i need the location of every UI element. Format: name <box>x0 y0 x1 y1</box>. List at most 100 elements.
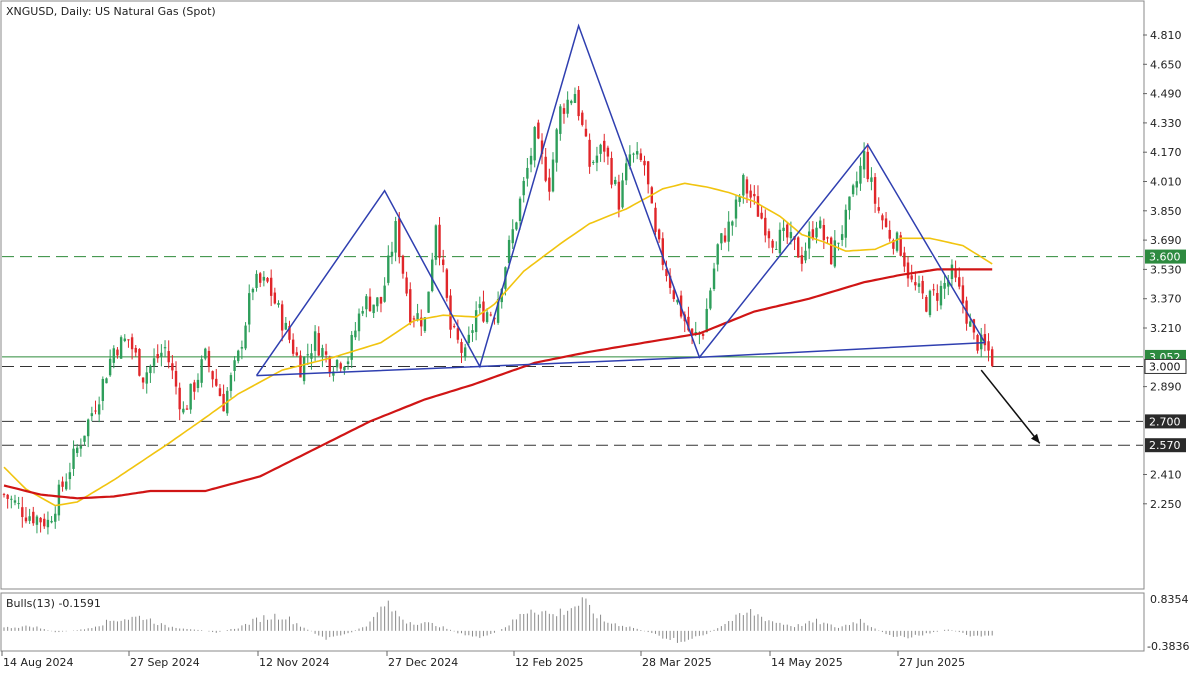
x-tick-label: 12 Feb 2025 <box>515 656 583 669</box>
candle-body <box>518 198 522 222</box>
candle-body <box>599 144 602 154</box>
candle-body <box>526 167 529 179</box>
candle-body <box>548 177 551 192</box>
candle-body <box>632 153 635 155</box>
candle-body <box>328 357 331 374</box>
candle-body <box>383 285 386 302</box>
candle-body <box>471 330 474 333</box>
candle-body <box>797 237 800 258</box>
candle-body <box>376 297 379 307</box>
candle-body <box>657 229 661 240</box>
price-chart[interactable]: 4.810 4.650 4.490 4.330 4.170 4.010 3.850 3.690… <box>0 0 1200 675</box>
candle-body <box>302 356 306 382</box>
candle-body <box>160 352 163 357</box>
candle-body <box>317 333 320 356</box>
candle-body <box>507 239 511 264</box>
candle-body <box>474 310 478 333</box>
candle-body <box>262 276 266 281</box>
candle-body <box>405 277 408 294</box>
candle-body <box>178 387 181 410</box>
candle-body <box>537 122 540 139</box>
candle-body <box>844 209 847 238</box>
candle-body <box>291 339 295 354</box>
candle-body <box>321 348 324 357</box>
candle-body <box>116 349 119 356</box>
candle-body <box>427 291 430 313</box>
candle-body <box>207 350 211 367</box>
y-tick-label: 2.410 <box>1150 469 1182 482</box>
candle-body <box>54 513 57 522</box>
x-tick-label: 12 Nov 2024 <box>259 656 329 669</box>
candle-body <box>412 318 416 320</box>
candle-body <box>866 151 869 180</box>
candle-body <box>123 338 126 341</box>
candle-body <box>731 221 734 226</box>
candle-body <box>800 255 804 264</box>
candle-body <box>295 352 298 356</box>
candle-body <box>460 342 463 353</box>
candle-body <box>306 354 309 356</box>
candle-body <box>13 500 17 503</box>
candle-body <box>987 341 990 351</box>
candle-body <box>97 404 101 415</box>
candle-body <box>742 174 745 196</box>
candle-body <box>837 242 840 244</box>
candle-body <box>577 89 580 117</box>
candle-body <box>786 224 789 238</box>
candle-body <box>789 232 793 239</box>
candle-body <box>431 259 434 292</box>
candle-body <box>240 347 244 349</box>
y-tick-label: 3.530 <box>1150 263 1182 276</box>
candle-body <box>581 112 584 125</box>
candle-body <box>368 296 372 312</box>
candle-body <box>881 215 884 221</box>
candle-body <box>950 264 954 280</box>
candle-body <box>562 108 566 114</box>
candle-body <box>94 410 97 412</box>
candle-body <box>32 511 35 524</box>
candle-body <box>10 498 13 500</box>
candle-body <box>511 229 514 244</box>
candle-body <box>357 313 361 332</box>
candle-body <box>452 326 456 328</box>
candle-body <box>280 304 284 331</box>
candle-body <box>756 196 760 217</box>
candle-body <box>822 225 826 241</box>
candle-body <box>35 516 39 525</box>
candle-body <box>438 224 441 258</box>
candle-body <box>343 366 346 371</box>
candle-body <box>127 339 130 341</box>
y-tick-label: 4.650 <box>1150 58 1182 71</box>
candle-body <box>467 334 471 343</box>
candle-body <box>917 283 921 287</box>
y-tick-label: 3.370 <box>1150 293 1182 306</box>
candle-body <box>559 106 562 134</box>
candle-body <box>387 255 390 283</box>
candle-body <box>925 296 928 312</box>
candle-body <box>90 413 94 417</box>
candle-body <box>716 244 719 265</box>
candle-body <box>914 282 917 286</box>
candle-body <box>595 155 599 163</box>
candle-body <box>533 127 536 161</box>
candle-body <box>873 177 877 204</box>
candle-body <box>152 358 156 366</box>
candle-body <box>614 179 617 184</box>
x-tick-label: 14 May 2025 <box>771 656 843 669</box>
x-tick-label: 14 Aug 2024 <box>3 656 73 669</box>
candle-body <box>936 292 939 301</box>
candle-body <box>753 193 756 197</box>
y-tick-label: 3.210 <box>1150 322 1182 335</box>
candle-body <box>145 372 148 384</box>
candle-body <box>244 325 247 349</box>
candle-body <box>185 408 189 410</box>
indicator-scale-bottom: -0.3836 <box>1147 640 1189 653</box>
candle-body <box>782 227 785 231</box>
price-badge-label: 3.000 <box>1149 360 1181 373</box>
candle-body <box>24 517 28 522</box>
candle-body <box>778 229 782 254</box>
chart-window: 4.810 4.650 4.490 4.330 4.170 4.010 3.850 3.690… <box>0 0 1200 675</box>
candle-body <box>485 312 489 323</box>
indicator-label: Bulls(13) -0.1591 <box>6 597 101 610</box>
candle-body <box>969 321 972 327</box>
